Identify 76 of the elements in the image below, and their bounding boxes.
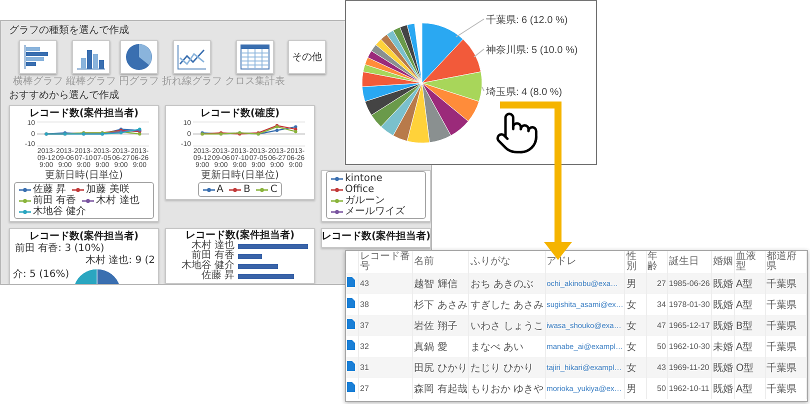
chart-type-button[interactable]: その他 — [288, 40, 326, 74]
pie-slice-label: 木村 達也: 9 (2 — [85, 255, 155, 266]
table-cell: 千葉県 — [765, 378, 806, 399]
legend-label: ガルーン — [345, 195, 385, 206]
point — [275, 128, 279, 132]
legend-label: kintone — [345, 173, 382, 184]
document-icon[interactable] — [347, 340, 355, 350]
bar — [238, 254, 262, 258]
document-icon[interactable] — [347, 277, 355, 287]
section-heading: おすすめから選んで作成 — [9, 90, 119, 102]
document-icon[interactable] — [347, 382, 355, 392]
table-cell: 森岡 有起哉 — [412, 378, 469, 399]
chart-type-button[interactable] — [236, 40, 274, 74]
document-icon[interactable] — [347, 361, 355, 371]
chart-type-label: クロス集計表 — [225, 76, 285, 87]
chart-type-label: 横棒グラフ — [13, 76, 63, 87]
table-cell: もりおか ゆきや — [468, 378, 546, 399]
chart-title: レコード数(案件担当者) — [322, 231, 430, 242]
legend-label: A — [216, 184, 224, 195]
legend-label: メールワイズ — [345, 206, 405, 217]
chart-title: レコード数(確度) — [200, 108, 280, 119]
chart-type-button[interactable] — [19, 40, 57, 74]
leader-line — [474, 48, 484, 58]
document-icon[interactable] — [347, 319, 355, 329]
bar — [238, 264, 278, 268]
bar-label: 佐藤 昇 — [200, 271, 234, 281]
leader-line — [456, 18, 484, 38]
chart-type-label: 折れ線グラフ — [162, 76, 222, 87]
chart-card[interactable]: kintone Office ガルーン メールワイズ — [321, 170, 431, 222]
pie-chart-icon — [125, 43, 153, 71]
section-heading: グラフの種類を選んで作成 — [9, 25, 129, 37]
axis-title: 更新日時(日単位) — [45, 170, 123, 181]
legend-label: 木村 達也 — [96, 195, 140, 206]
pie-slice-label: 前田 有香: 3 (10%) — [15, 243, 104, 254]
chart-card[interactable]: レコード数(案件担当者) 前田 有香: 3 (10%) 木村 達也: 9 (2 介: 5 (16%) — [9, 228, 159, 284]
chart-type-button[interactable] — [72, 40, 110, 74]
bar-label: 木村 達也 — [190, 241, 234, 251]
leader-line — [482, 86, 484, 92]
legend-label: Office — [345, 184, 374, 195]
hand-pointer-icon — [494, 110, 540, 156]
table-cell: 1962-10-11 — [667, 378, 712, 399]
bar — [238, 244, 308, 248]
chart-type-button[interactable] — [120, 40, 158, 74]
table-icon — [240, 44, 270, 70]
table-cell: 50 — [646, 378, 668, 399]
chart-type-button[interactable] — [173, 40, 211, 74]
chart-title: レコード数(案件担当者) — [29, 231, 139, 242]
pie-slice — [74, 268, 98, 284]
legend-label: 加藤 美咲 — [86, 184, 130, 195]
table-cell: A型 — [734, 378, 766, 399]
pie-slice-label: 埼玉県: 4 (8.0 %) — [486, 86, 562, 99]
pie-slice-label: 介: 5 (16%) — [13, 269, 70, 280]
chart-card[interactable]: レコード数(案件担当者) 木村 達也 前田 有香 木地谷 健介 佐藤 昇 — [165, 228, 315, 284]
legend-label: C — [270, 184, 278, 195]
document-icon[interactable] — [347, 298, 355, 308]
pie-slice-label: 神奈川県: 5 (10.0 %) — [486, 44, 578, 57]
legend-label: 木地谷 健介 — [33, 206, 86, 217]
chart-type-label: 縦棒グラフ — [66, 76, 116, 87]
legend-label: B — [243, 184, 250, 195]
table-cell: 既婚 — [711, 378, 734, 399]
chart-type-label: 円グラフ — [119, 76, 159, 87]
chart-title: レコード数(案件担当者) — [29, 108, 139, 119]
chart-title: レコード数(案件担当者) — [185, 230, 295, 241]
pie-slice-label: 千葉県: 6 (12.0 %) — [486, 14, 568, 27]
legend-label: 前田 有香 — [33, 195, 76, 206]
bar — [238, 274, 294, 278]
legend-label: 佐藤 昇 — [33, 184, 66, 195]
axis-title: 更新日時(日単位) — [201, 170, 279, 181]
pie-slice — [96, 268, 122, 284]
table-cell: 27 — [358, 378, 413, 399]
line-chart-icon — [177, 44, 207, 70]
bar-label: 木地谷 健介 — [180, 261, 234, 271]
chart-card[interactable]: レコード数(案件担当者) — [321, 228, 431, 248]
bar-label: 前田 有香 — [191, 251, 234, 261]
table-cell: 男 — [624, 378, 646, 399]
point — [294, 130, 298, 134]
